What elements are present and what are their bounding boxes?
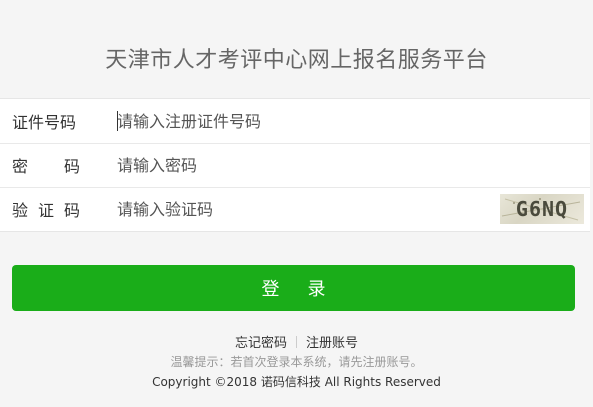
captcha-image[interactable]: G6NQ bbox=[500, 194, 584, 224]
password-label-char: 密 bbox=[12, 157, 29, 176]
captcha-label: 验 证 码 bbox=[12, 197, 80, 221]
captcha-label-char: 证 bbox=[37, 201, 54, 220]
password-label: 密 码 bbox=[12, 153, 80, 177]
captcha-label-char: 验 bbox=[12, 201, 29, 220]
password-input[interactable] bbox=[117, 150, 477, 180]
captcha-input[interactable] bbox=[117, 194, 487, 224]
text-cursor bbox=[117, 111, 118, 131]
login-form: 证件号码 密 码 验 证 码 G6NQ bbox=[0, 98, 590, 232]
link-divider bbox=[296, 335, 297, 348]
captcha-row: 验 证 码 G6NQ bbox=[0, 187, 590, 231]
login-button[interactable]: 登录 bbox=[12, 265, 575, 311]
captcha-text: G6NQ bbox=[515, 197, 569, 221]
id-number-row: 证件号码 bbox=[0, 99, 590, 144]
id-number-input[interactable] bbox=[117, 106, 477, 136]
footer-links: 忘记密码 注册账号 bbox=[0, 332, 593, 351]
password-row: 密 码 bbox=[0, 143, 590, 188]
captcha-label-char: 码 bbox=[63, 201, 80, 220]
copyright-text: Copyright ©2018 诺码信科技 All Rights Reserve… bbox=[152, 375, 441, 389]
id-number-label: 证件号码 bbox=[12, 113, 77, 132]
register-link[interactable]: 注册账号 bbox=[306, 332, 358, 351]
forgot-password-link[interactable]: 忘记密码 bbox=[235, 332, 287, 351]
tip-text: 温馨提示：若首次登录本系统，请先注册账号。 bbox=[170, 355, 423, 369]
header: 天津市人才考评中心网上报名服务平台 bbox=[0, 0, 593, 98]
password-label-char: 码 bbox=[63, 157, 80, 176]
page-title: 天津市人才考评中心网上报名服务平台 bbox=[105, 48, 488, 73]
